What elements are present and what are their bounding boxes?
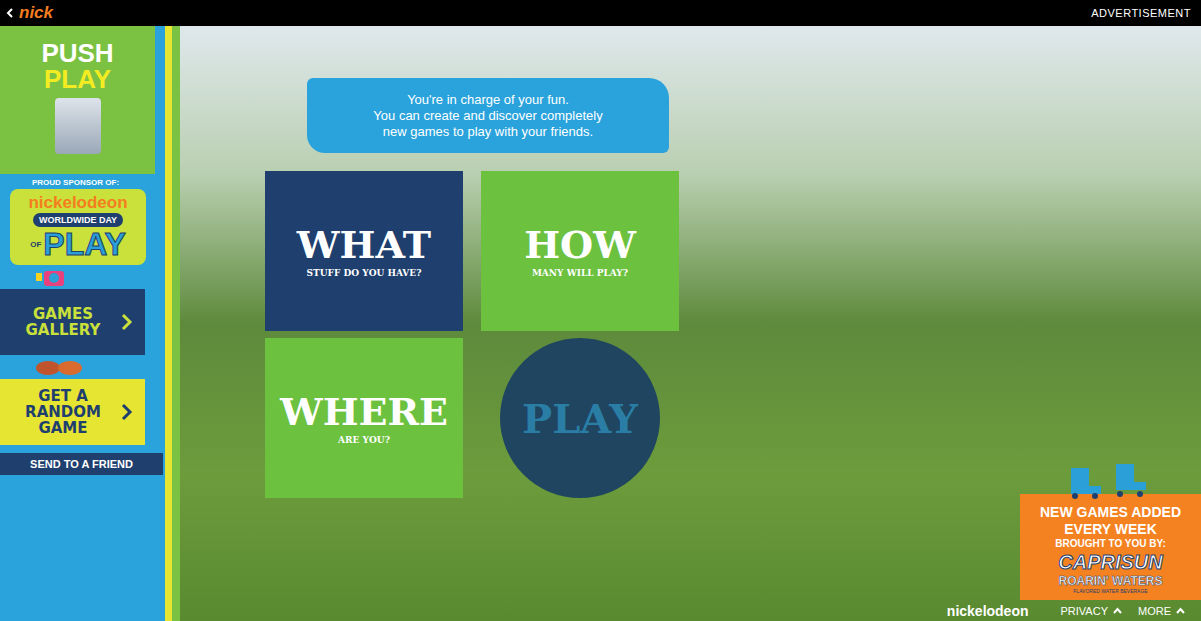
chevron-up-icon: [1113, 607, 1122, 614]
pouch-image: [55, 98, 101, 154]
sidebar-link[interactable]: GAMES GALLERY: [0, 289, 145, 355]
choice-tile[interactable]: HOW MANY WILL PLAY?: [481, 171, 679, 331]
choice-tile[interactable]: WHERE ARE YOU?: [265, 338, 463, 498]
top-bar: nick ADVERTISEMENT: [0, 0, 1201, 26]
footer: nickelodeon PRIVACY MORE: [947, 600, 1201, 621]
footer-link[interactable]: PRIVACY: [1061, 605, 1122, 617]
sponsor-label: PROUD SPONSOR OF:: [32, 178, 119, 187]
camera-icon: [30, 265, 70, 289]
footer-link[interactable]: MORE: [1138, 605, 1185, 617]
send-to-friend[interactable]: SEND TO A FRIEND: [0, 453, 163, 475]
promo-box[interactable]: NEW GAMES ADDEDEVERY WEEKBROUGHT TO YOU …: [1020, 494, 1201, 600]
ad-label: ADVERTISEMENT: [1091, 7, 1191, 19]
skates-icon: [1061, 464, 1161, 504]
chevron-up-icon: [1176, 607, 1185, 614]
sidebar: PUSH PLAY PROUD SPONSOR OF: nickelodeon …: [0, 26, 180, 621]
sidebar-link[interactable]: GET A RANDOM GAME: [0, 379, 145, 445]
page: nick ADVERTISEMENT PUSH PLAY PROUD SPONS…: [0, 0, 1201, 621]
day-of-play-badge[interactable]: nickelodeon WORLDWIDE DAY OFPLAY: [10, 189, 146, 265]
chevron-right-icon: [121, 313, 133, 331]
push-play-box[interactable]: PUSH PLAY: [0, 26, 155, 174]
photo-stage: You're in charge of your fun.You can cre…: [180, 26, 1201, 621]
nick-logo[interactable]: nick: [6, 3, 53, 23]
back-icon: [6, 8, 14, 18]
chevron-right-icon: [121, 403, 133, 421]
intro-banner: You're in charge of your fun.You can cre…: [307, 78, 669, 153]
tile-grid: WHAT STUFF DO YOU HAVE?HOW MANY WILL PLA…: [265, 171, 1201, 498]
choice-tile[interactable]: WHAT STUFF DO YOU HAVE?: [265, 171, 463, 331]
play-button[interactable]: PLAY: [500, 338, 660, 498]
football-icon: [30, 355, 90, 379]
nickelodeon-logo[interactable]: nickelodeon: [947, 603, 1029, 619]
